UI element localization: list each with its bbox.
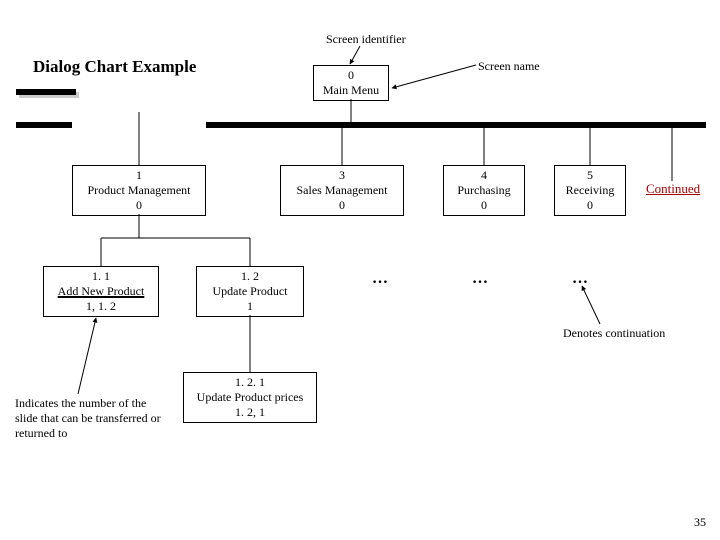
node-1-name: Product Management bbox=[77, 183, 201, 198]
node-1-1-id: 1. 1 bbox=[48, 269, 154, 284]
node-1-2-1-id: 1. 2. 1 bbox=[188, 375, 312, 390]
node-1-ref: 0 bbox=[77, 198, 201, 213]
node-3-name: Sales Management bbox=[285, 183, 399, 198]
node-1-2-1-ref: 1. 2, 1 bbox=[188, 405, 312, 420]
node-1-2-1-name: Update Product prices bbox=[188, 390, 312, 405]
node-1-2-1: 1. 2. 1 Update Product prices 1. 2, 1 bbox=[183, 372, 317, 423]
node-3-ref: 0 bbox=[285, 198, 399, 213]
page-number: 35 bbox=[694, 515, 706, 530]
node-4: 4 Purchasing 0 bbox=[443, 165, 525, 216]
node-5: 5 Receiving 0 bbox=[554, 165, 626, 216]
node-1-1-ref: 1, 1. 2 bbox=[48, 299, 154, 314]
node-1-2-id: 1. 2 bbox=[201, 269, 299, 284]
annotation-indicates: Indicates the number of the slide that c… bbox=[15, 396, 171, 441]
node-root-name: Main Menu bbox=[318, 83, 384, 98]
node-1-1-name[interactable]: Add New Product bbox=[48, 284, 154, 299]
ellipsis-1: … bbox=[372, 270, 388, 288]
node-1-id: 1 bbox=[77, 168, 201, 183]
title-underline bbox=[16, 89, 76, 95]
continued-link[interactable]: Continued bbox=[646, 181, 700, 197]
node-5-id: 5 bbox=[559, 168, 621, 183]
label-screen-name: Screen name bbox=[478, 59, 540, 74]
node-1-1: 1. 1 Add New Product 1, 1. 2 bbox=[43, 266, 159, 317]
node-4-id: 4 bbox=[448, 168, 520, 183]
node-1-2-ref: 1 bbox=[201, 299, 299, 314]
page-title: Dialog Chart Example bbox=[33, 57, 196, 77]
node-1: 1 Product Management 0 bbox=[72, 165, 206, 216]
node-3: 3 Sales Management 0 bbox=[280, 165, 404, 216]
label-screen-identifier: Screen identifier bbox=[326, 32, 406, 47]
ellipsis-3: … bbox=[572, 270, 588, 288]
node-5-name: Receiving bbox=[559, 183, 621, 198]
annotation-denotes: Denotes continuation bbox=[563, 326, 665, 341]
node-1-2-name: Update Product bbox=[201, 284, 299, 299]
node-5-ref: 0 bbox=[559, 198, 621, 213]
node-root: 0 Main Menu bbox=[313, 65, 389, 101]
node-root-id: 0 bbox=[318, 68, 384, 83]
node-3-id: 3 bbox=[285, 168, 399, 183]
node-4-name: Purchasing bbox=[448, 183, 520, 198]
bar-gap bbox=[72, 122, 206, 128]
ellipsis-2: … bbox=[472, 270, 488, 288]
node-1-2: 1. 2 Update Product 1 bbox=[196, 266, 304, 317]
node-4-ref: 0 bbox=[448, 198, 520, 213]
